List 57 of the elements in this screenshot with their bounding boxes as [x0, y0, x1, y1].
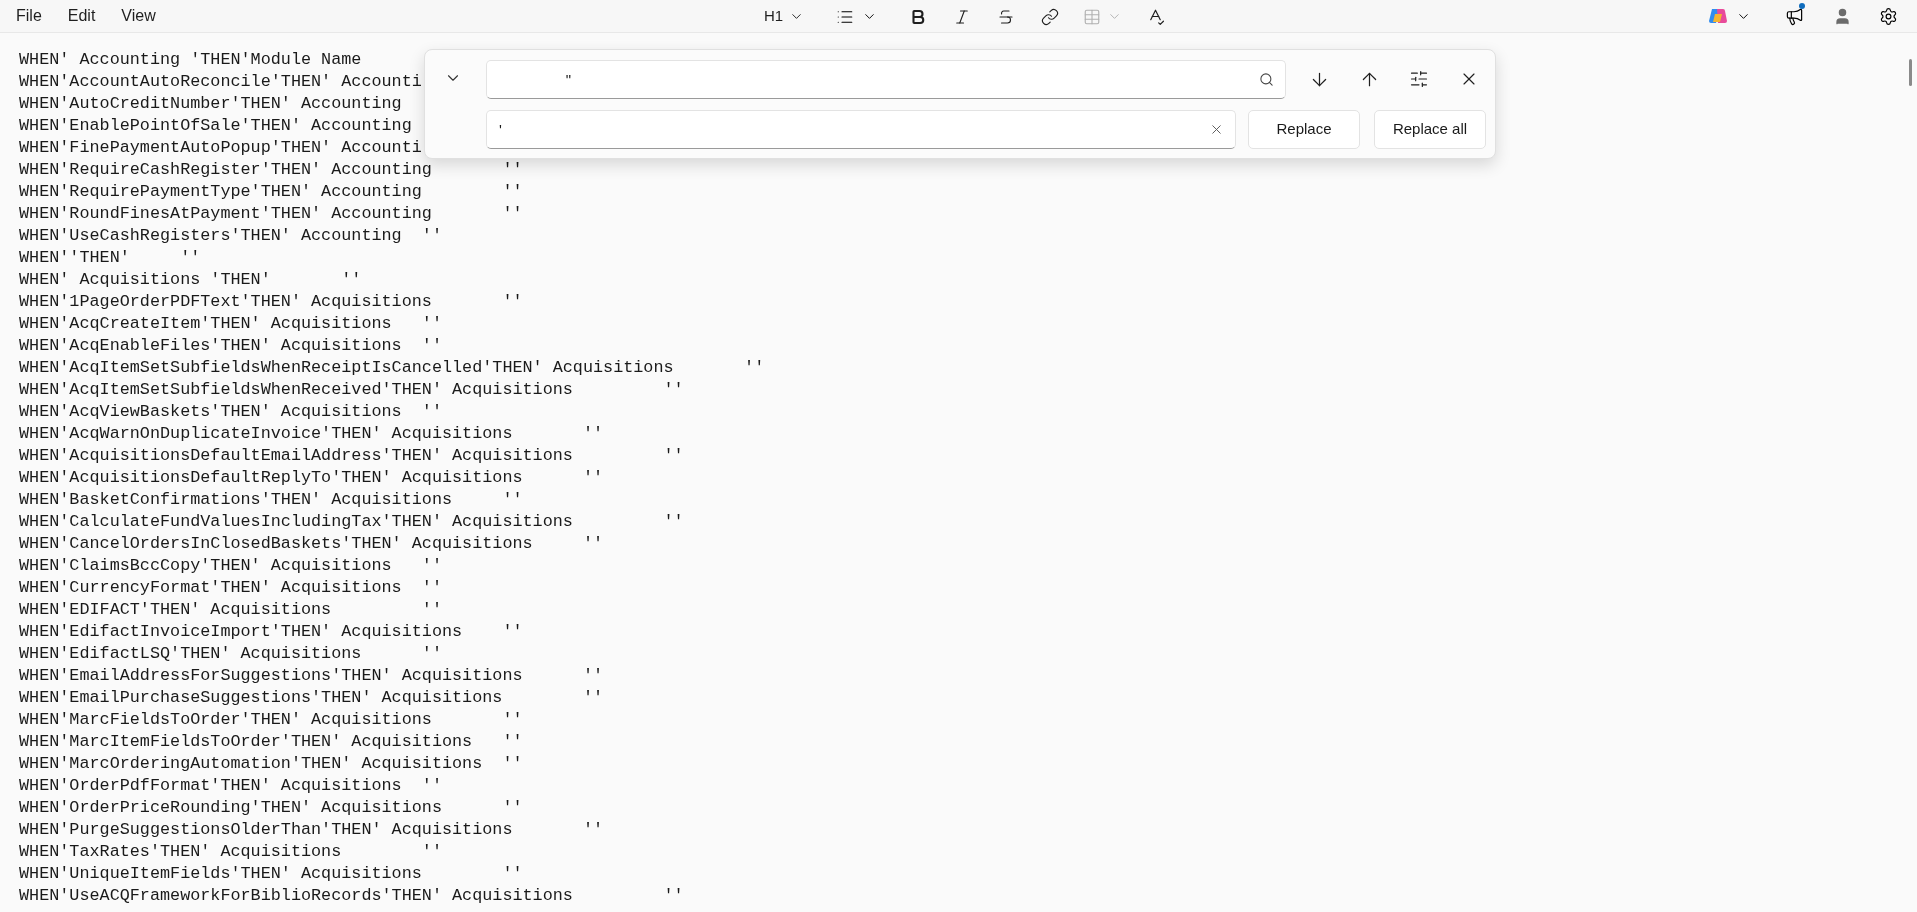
menu-item[interactable]: Edit	[57, 0, 106, 32]
code-line: WHEN'OrderPriceRounding'THEN' Acquisitions ''	[19, 797, 523, 819]
code-line: WHEN'PurgeSuggestionsOlderThan'THEN' Acquisitions ''	[19, 819, 604, 841]
code-line: WHEN'RequireCashRegister'THEN' Accounting ''	[19, 159, 523, 181]
code-line: WHEN' Acquisitions 'THEN' ''	[19, 269, 362, 291]
code-line: WHEN'AcqViewBaskets'THEN' Acquisitions ''	[19, 401, 442, 423]
code-line: WHEN'CurrencyFormat'THEN' Acquisitions ''	[19, 577, 442, 599]
replace-all-button[interactable]: Replace all	[1374, 110, 1486, 149]
code-line: WHEN' Accounting 'THEN'Module Name	[19, 49, 362, 71]
heading-dropdown[interactable]: H1	[758, 5, 811, 28]
code-line: WHEN'AcqEnableFiles'THEN' Acquisitions ''	[19, 335, 442, 357]
megaphone-icon	[1784, 6, 1804, 26]
code-line: WHEN'AcqItemSetSubfieldsWhenReceiptIsCancelled'THEN' Acquisitions ''	[19, 357, 765, 379]
code-line: WHEN'RequirePaymentType'THEN' Accounting ''	[19, 181, 523, 203]
scrollbar-thumb[interactable]	[1909, 59, 1912, 86]
code-line: WHEN'OrderPdfFormat'THEN' Acquisitions ''	[19, 775, 442, 797]
code-line: WHEN'MarcOrderingAutomation'THEN' Acquisitions ''	[19, 753, 523, 775]
code-line: WHEN'UniqueItemFields'THEN' Acquisitions ''	[19, 863, 523, 885]
code-line: WHEN'AccountAutoReconcile'THEN' Accounti	[19, 71, 422, 93]
copilot-dropdown[interactable]	[1708, 6, 1751, 26]
find-field[interactable]: "	[486, 60, 1286, 99]
code-line: WHEN'AcqItemSetSubfieldsWhenReceived'THEN' Acquisitions ''	[19, 379, 684, 401]
table-icon	[1083, 7, 1102, 26]
code-line: WHEN'AcquisitionsDefaultReplyTo'THEN' Acquisitions ''	[19, 467, 604, 489]
code-line: WHEN'FinePaymentAutoPopup'THEN' Accounti	[19, 137, 422, 159]
code-line: WHEN'EnablePointOfSale'THEN' Accounting	[19, 115, 412, 137]
code-line: WHEN'TaxRates'THEN' Acquisitions ''	[19, 841, 442, 863]
code-line: WHEN'MarcItemFieldsToOrder'THEN' Acquisitions ''	[19, 731, 523, 753]
menu-item[interactable]: View	[111, 0, 166, 32]
code-line: WHEN'EdifactInvoiceImport'THEN' Acquisitions ''	[19, 621, 523, 643]
code-line: WHEN'AcquisitionsDefaultEmailAddress'THEN' Acquisitions ''	[19, 445, 684, 467]
menu-item[interactable]: File	[6, 0, 52, 32]
code-line: WHEN'AutoCreditNumber'THEN' Accounting	[19, 93, 402, 115]
code-line: WHEN'MarcFieldsToOrder'THEN' Acquisitions ''	[19, 709, 523, 731]
clear-icon	[1209, 122, 1224, 137]
sliders-icon	[1409, 69, 1429, 89]
link-icon	[1041, 7, 1060, 26]
search-icon	[1259, 72, 1274, 87]
code-line: WHEN'BasketConfirmations'THEN' Acquisitions ''	[19, 489, 523, 511]
code-line: WHEN'AcqCreateItem'THEN' Acquisitions ''	[19, 313, 442, 335]
code-line: WHEN'EdifactLSQ'THEN' Acquisitions ''	[19, 643, 442, 665]
replace-field[interactable]: '	[486, 110, 1236, 149]
code-line: WHEN'RoundFinesAtPayment'THEN' Accounting ''	[19, 203, 523, 225]
code-line: WHEN'CalculateFundValuesIncludingTax'THEN' Acquisitions ''	[19, 511, 684, 533]
code-line: WHEN'UseCashRegisters'THEN' Accounting ''	[19, 225, 442, 247]
copilot-icon	[1708, 6, 1728, 26]
settings-icon	[1878, 6, 1898, 26]
code-line: WHEN'ClaimsBccCopy'THEN' Acquisitions ''	[19, 555, 442, 577]
code-line: WHEN'1PageOrderPDFText'THEN' Acquisitions ''	[19, 291, 523, 313]
code-line: WHEN'EmailAddressForSuggestions'THEN' Acquisitions ''	[19, 665, 604, 687]
code-line: WHEN'EDIFACT'THEN' Acquisitions ''	[19, 599, 442, 621]
code-line: WHEN'UseACQFrameworkForBiblioRecords'THEN' Acquisitions ''	[19, 885, 684, 907]
code-line: WHEN'EmailPurchaseSuggestions'THEN' Acquisitions ''	[19, 687, 604, 709]
code-line: WHEN'CancelOrdersInClosedBaskets'THEN' Acquisitions ''	[19, 533, 604, 555]
code-line: WHEN'AcqWarnOnDuplicateInvoice'THEN' Acquisitions ''	[19, 423, 604, 445]
replace-button[interactable]: Replace	[1248, 110, 1360, 149]
code-line: WHEN''THEN' ''	[19, 247, 201, 269]
